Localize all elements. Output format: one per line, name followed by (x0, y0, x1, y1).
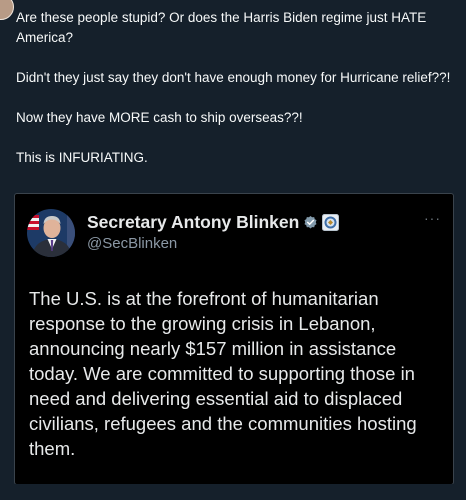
post-paragraph: Are these people stupid? Or does the Har… (16, 10, 427, 45)
quoted-author-name[interactable]: Secretary Antony Blinken (87, 212, 299, 233)
quoted-post-text: The U.S. is at the forefront of humanita… (29, 288, 417, 459)
quoted-author-name-row: Secretary Antony Blinken (87, 212, 340, 233)
quoted-author-avatar[interactable] (27, 209, 75, 257)
post-paragraph: This is INFURIATING. (16, 150, 148, 165)
post-text: Are these people stupid? Or does the Har… (16, 8, 452, 188)
state-department-seal-icon (322, 214, 340, 231)
quoted-author-handle[interactable]: @SecBlinken (87, 235, 177, 252)
poster-avatar[interactable] (0, 0, 14, 20)
more-options-icon[interactable]: ··· (424, 210, 441, 226)
post-bottom-area (14, 484, 454, 500)
portrait-image (27, 209, 75, 257)
quoted-post-card[interactable]: Secretary Antony Blinken @SecBlinken ···… (14, 193, 454, 485)
post-paragraph: Didn't they just say they don't have eno… (16, 70, 451, 85)
post-paragraph: Now they have MORE cash to ship overseas… (16, 110, 303, 125)
verified-badge-icon (304, 215, 317, 229)
